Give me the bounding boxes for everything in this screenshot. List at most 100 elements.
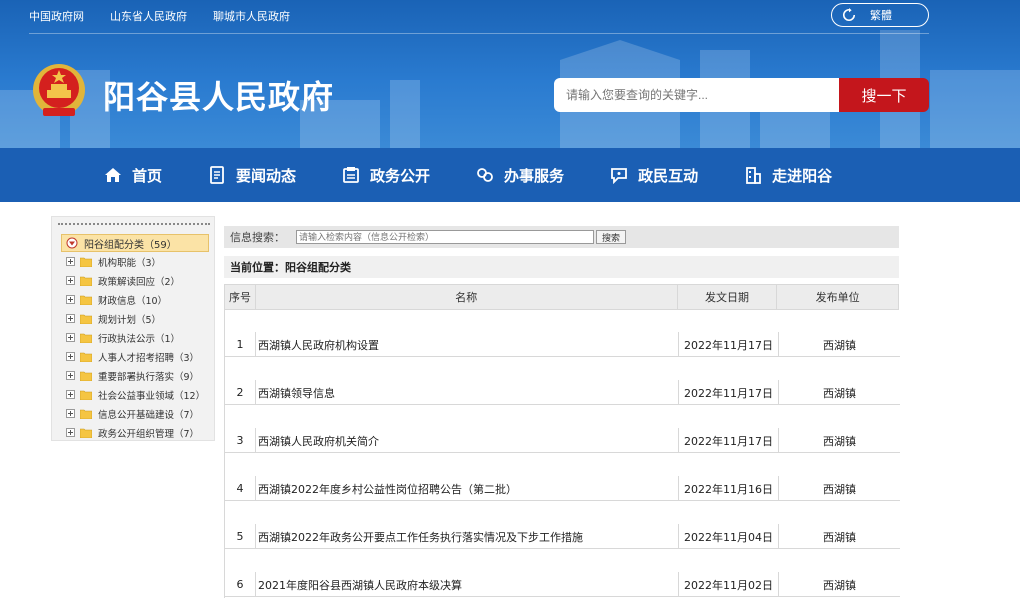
traditional-chinese-button[interactable]: 繁體 xyxy=(831,3,929,27)
row-title-link[interactable]: 西湖镇2022年政务公开要点工作任务执行落实情况及下步工作措施 xyxy=(256,524,679,549)
row-date: 2022年11月16日 xyxy=(679,476,779,501)
site-search-button[interactable]: 搜一下 xyxy=(839,78,929,112)
top-link-province[interactable]: 山东省人民政府 xyxy=(110,8,187,24)
tree-item-label: 重要部署执行落实（9） xyxy=(98,371,200,383)
nav-interaction-label: 政民互动 xyxy=(638,166,699,185)
notice-icon xyxy=(343,167,359,183)
tree-item-label: 信息公开基础建设（7） xyxy=(98,409,200,421)
row-date: 2022年11月17日 xyxy=(679,332,779,357)
table-row: 2 西湖镇领导信息 2022年11月17日 西湖镇 xyxy=(224,358,900,406)
row-date: 2022年11月02日 xyxy=(679,572,779,597)
folder-icon xyxy=(80,371,92,381)
nav-about-label: 走进阳谷 xyxy=(772,166,833,185)
table-row: 4 西湖镇2022年度乡村公益性岗位招聘公告（第二批） 2022年11月16日 西湖镇 xyxy=(224,454,900,502)
info-search-input[interactable] xyxy=(296,230,594,244)
row-no: 6 xyxy=(225,572,256,597)
folder-icon xyxy=(80,428,92,438)
tree-item[interactable]: 政务公开组织管理（7） xyxy=(66,423,205,442)
nav-about[interactable]: 走进阳谷 xyxy=(744,148,832,202)
tree-item-label: 行政执法公示（1） xyxy=(98,333,181,345)
expand-icon[interactable] xyxy=(66,314,75,323)
tree-item[interactable]: 社会公益事业领域（12） xyxy=(66,385,205,404)
tree-item[interactable]: 财政信息（10） xyxy=(66,290,205,309)
row-title-link[interactable]: 西湖镇人民政府机关简介 xyxy=(256,428,679,453)
table-row: 5 西湖镇2022年政务公开要点工作任务执行落实情况及下步工作措施 2022年11月… xyxy=(224,502,900,550)
table-header: 序号 名称 发文日期 发布单位 xyxy=(224,284,899,310)
header-title: 名称 xyxy=(256,285,678,309)
row-title-link[interactable]: 西湖镇人民政府机构设置 xyxy=(256,332,679,357)
expand-icon[interactable] xyxy=(66,352,75,361)
chat-icon xyxy=(611,168,627,184)
nav-gov-affairs[interactable]: 政务公开 xyxy=(342,148,430,202)
info-search-label: 信息搜索： xyxy=(230,231,285,244)
building-icon xyxy=(746,167,761,184)
expand-icon[interactable] xyxy=(66,428,75,437)
folder-icon xyxy=(80,276,92,286)
tree-item[interactable]: 规划计划（5） xyxy=(66,309,205,328)
info-search-button[interactable]: 搜索 xyxy=(596,230,626,244)
expand-icon[interactable] xyxy=(66,276,75,285)
traditional-chinese-label: 繁體 xyxy=(870,9,892,22)
folder-icon xyxy=(80,333,92,343)
folder-icon xyxy=(80,314,92,324)
expand-icon[interactable] xyxy=(66,409,75,418)
nav-services[interactable]: 办事服务 xyxy=(476,148,564,202)
tree-item[interactable]: 行政执法公示（1） xyxy=(66,328,205,347)
table-row: 3 西湖镇人民政府机关简介 2022年11月17日 西湖镇 xyxy=(224,406,900,454)
folder-icon xyxy=(80,352,92,362)
row-title-link[interactable]: 西湖镇2022年度乡村公益性岗位招聘公告（第二批） xyxy=(256,476,679,501)
table-row: 6 2021年度阳谷县西湖镇人民政府本级决算 2022年11月02日 西湖镇 xyxy=(224,550,900,598)
site-search: 搜一下 xyxy=(554,78,929,112)
row-unit: 西湖镇 xyxy=(823,530,856,544)
tree-root-item[interactable]: 阳谷组配分类（59） xyxy=(61,234,209,252)
tree-item-label: 机构职能（3） xyxy=(98,257,162,269)
tree-item-label: 人事人才招考招聘（3） xyxy=(98,352,200,364)
nav-interaction[interactable]: 政民互动 xyxy=(610,148,698,202)
row-unit: 西湖镇 xyxy=(823,434,856,448)
tree-root-label: 阳谷组配分类（59） xyxy=(84,239,177,251)
nav-home-label: 首页 xyxy=(132,166,163,185)
tree-item[interactable]: 政策解读回应（2） xyxy=(66,271,205,290)
header-no: 序号 xyxy=(225,285,256,309)
tree-top-divider xyxy=(58,223,210,226)
row-no: 5 xyxy=(225,524,256,549)
nav-news[interactable]: 要闻动态 xyxy=(208,148,296,202)
row-title-link[interactable]: 西湖镇领导信息 xyxy=(256,380,679,405)
row-title-link[interactable]: 2021年度阳谷县西湖镇人民政府本级决算 xyxy=(256,572,679,597)
home-icon xyxy=(105,168,121,182)
expand-icon[interactable] xyxy=(66,257,75,266)
breadcrumb: 当前位置：阳谷组配分类 xyxy=(224,256,899,278)
table-row: 1 西湖镇人民政府机构设置 2022年11月17日 西湖镇 xyxy=(224,310,900,358)
top-bar: 中国政府网 山东省人民政府 聊城市人民政府 繁體 xyxy=(0,0,1020,34)
tree-item[interactable]: 机构职能（3） xyxy=(66,252,205,271)
document-table: 序号 名称 发文日期 发布单位 1 西湖镇人民政府机构设置 2022年11月17日西… xyxy=(224,284,900,598)
row-unit: 西湖镇 xyxy=(823,386,856,400)
row-no: 4 xyxy=(225,476,256,501)
top-link-city[interactable]: 聊城市人民政府 xyxy=(213,8,290,24)
site-search-input[interactable] xyxy=(554,78,839,112)
row-unit: 西湖镇 xyxy=(823,482,856,496)
top-links: 中国政府网 山东省人民政府 聊城市人民政府 xyxy=(29,8,290,24)
header-unit: 发布单位 xyxy=(815,291,860,304)
table-body: 1 西湖镇人民政府机构设置 2022年11月17日 西湖镇 2 西湖镇领导信息 2022年1… xyxy=(224,310,900,598)
tree-item-label: 政务公开组织管理（7） xyxy=(98,428,200,440)
refresh-icon xyxy=(843,8,856,21)
row-date: 2022年11月04日 xyxy=(679,524,779,549)
folder-icon xyxy=(80,390,92,400)
tree-item[interactable]: 信息公开基础建设（7） xyxy=(66,404,205,423)
row-no: 3 xyxy=(225,428,256,453)
document-icon xyxy=(210,166,224,184)
top-link-gov[interactable]: 中国政府网 xyxy=(29,8,84,24)
tree-item[interactable]: 重要部署执行落实（9） xyxy=(66,366,205,385)
nav-home[interactable]: 首页 xyxy=(104,148,162,202)
top-divider xyxy=(29,33,929,34)
row-date: 2022年11月17日 xyxy=(679,428,779,453)
expand-icon[interactable] xyxy=(66,295,75,304)
expand-icon[interactable] xyxy=(66,333,75,342)
expand-icon[interactable] xyxy=(66,371,75,380)
expand-icon[interactable] xyxy=(66,390,75,399)
info-search-bar: 信息搜索： 搜索 xyxy=(224,226,899,248)
tree-item[interactable]: 人事人才招考招聘（3） xyxy=(66,347,205,366)
nav-gov-affairs-label: 政务公开 xyxy=(370,166,431,185)
category-tree: 阳谷组配分类（59） 机构职能（3） 政策解读回应（2） 财政信息（10） 规划计划（… xyxy=(51,216,215,441)
